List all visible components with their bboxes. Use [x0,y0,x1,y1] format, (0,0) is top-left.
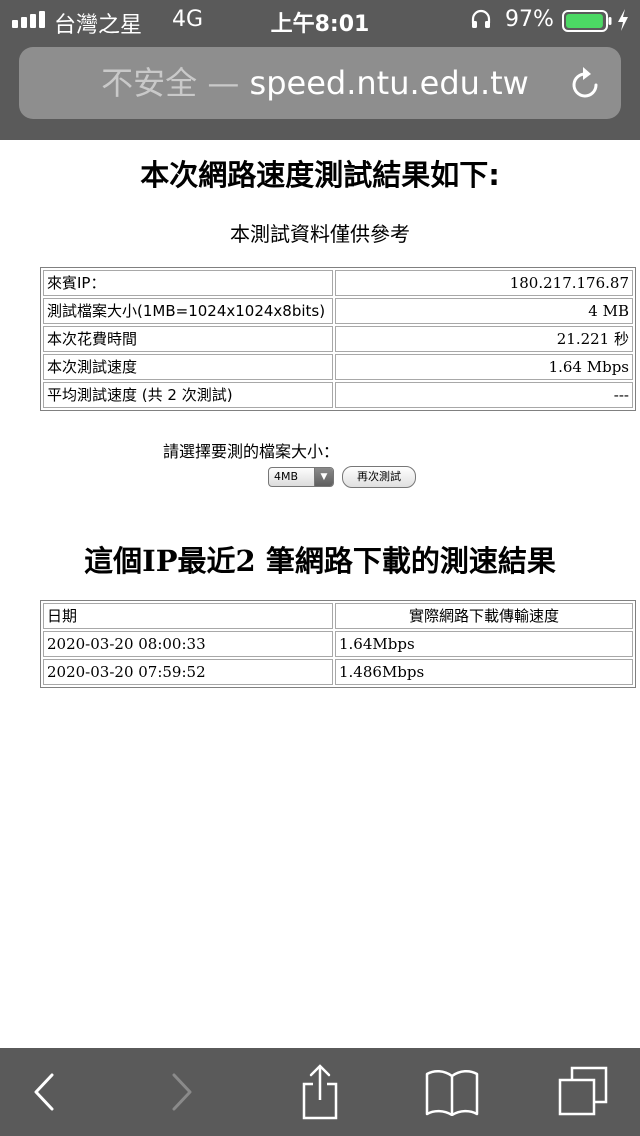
url-bar[interactable]: 不安全 — speed.ntu.edu.tw [19,47,621,119]
result-value: 180.217.176.87 [335,270,633,296]
url-text[interactable]: 不安全 — speed.ntu.edu.tw [19,47,621,119]
table-row: 測試檔案大小(1MB=1024x1024x8bits) 4 MB [43,298,633,324]
history-date: 2020-03-20 08:00:33 [43,631,333,657]
history-speed: 1.64Mbps [335,631,633,657]
chevron-down-icon: ▼ [314,468,333,486]
table-row: 來賓IP： 180.217.176.87 [43,270,633,296]
charging-bolt-icon [616,8,630,38]
page-content: 本次網路速度測試結果如下: 本測試資料僅供參考 來賓IP： 180.217.17… [0,140,640,1048]
table-header-row: 日期 實際網路下載傳輸速度 [43,603,633,629]
file-size-selected: 4MB [274,470,299,483]
result-label: 來賓IP： [43,270,333,296]
history-table: 日期 實際網路下載傳輸速度 2020-03-20 08:00:33 1.64Mb… [40,600,636,688]
result-label: 本次花費時間 [43,326,333,352]
tabs-icon[interactable] [554,1048,614,1136]
reload-icon[interactable] [569,65,603,105]
page-subtitle: 本測試資料僅供參考 [230,222,410,246]
browser-chrome-top: 台灣之星 4G 上午8:01 97% 不安全 — speed.ntu.edu.t… [0,0,640,140]
forward-icon[interactable] [160,1048,204,1136]
result-value: --- [335,382,633,408]
result-label: 本次測試速度 [43,354,333,380]
battery-icon [562,10,612,38]
history-title: 這個IP最近2 筆網路下載的測速結果 [84,544,556,578]
file-size-label: 請選擇要測的檔案大小： [163,442,340,461]
browser-toolbar [0,1048,640,1136]
history-date: 2020-03-20 07:59:52 [43,659,333,685]
file-size-select[interactable]: 4MB ▼ [268,467,334,487]
status-bar: 台灣之星 4G 上午8:01 97% [0,0,640,40]
back-icon[interactable] [22,1048,66,1136]
retest-button[interactable]: 再次測試 [342,466,416,488]
history-speed: 1.486Mbps [335,659,633,685]
table-row: 本次花費時間 21.221 秒 [43,326,633,352]
insecure-label: 不安全 — [101,64,240,102]
bookmarks-icon[interactable] [422,1048,482,1136]
result-value: 4 MB [335,298,633,324]
table-row: 本次測試速度 1.64 Mbps [43,354,633,380]
battery-percent: 97% [505,7,554,32]
speed-result-table: 來賓IP： 180.217.176.87 測試檔案大小(1MB=1024x102… [40,267,636,411]
headphone-icon [470,9,492,35]
column-header-speed: 實際網路下載傳輸速度 [335,603,633,629]
result-value: 1.64 Mbps [335,354,633,380]
table-row: 2020-03-20 07:59:52 1.486Mbps [43,659,633,685]
result-value: 21.221 秒 [335,326,633,352]
page-title: 本次網路速度測試結果如下: [140,158,500,192]
result-label: 平均測試速度 (共 2 次測試) [43,382,333,408]
table-row: 平均測試速度 (共 2 次測試) --- [43,382,633,408]
table-row: 2020-03-20 08:00:33 1.64Mbps [43,631,633,657]
result-label: 測試檔案大小(1MB=1024x1024x8bits) [43,298,333,324]
url-domain: speed.ntu.edu.tw [249,64,529,102]
share-icon[interactable] [294,1048,346,1136]
column-header-date: 日期 [43,603,333,629]
